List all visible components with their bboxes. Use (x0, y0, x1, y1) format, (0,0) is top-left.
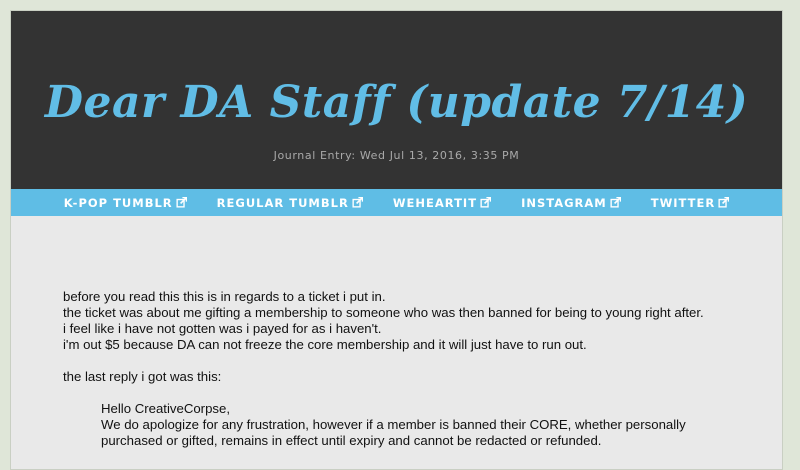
quote-line: purchased or gifted, remains in effect u… (101, 433, 602, 448)
nav-link-weheartit[interactable]: WEHEARTIT (392, 195, 492, 210)
external-link-icon (480, 197, 492, 208)
nav-link-label: INSTAGRAM (521, 195, 607, 210)
nav-link-label: TWITTER (650, 195, 716, 210)
journal-header: Dear DA Staff (update 7/14) Journal Entr… (11, 11, 782, 189)
external-link-icon (176, 197, 187, 208)
journal-title: Dear DA Staff (update 7/14) (44, 77, 749, 128)
quoted-reply: Hello CreativeCorpse, We do apologize fo… (63, 401, 730, 449)
quote-line: We do apologize for any frustration, how… (101, 417, 686, 432)
nav-link-twitter[interactable]: TWITTER (650, 195, 730, 210)
journal-entry-date: Journal Entry: Wed Jul 13, 2016, 3:35 PM (273, 149, 520, 162)
body-line: before you read this this is in regards … (63, 289, 386, 304)
external-link-icon (610, 197, 621, 208)
nav-link-label: WEHEARTIT (392, 195, 478, 210)
journal-body: before you read this this is in regards … (11, 216, 782, 449)
nav-link-kpop-tumblr[interactable]: K-POP TUMBLR (64, 196, 187, 210)
nav-link-label: REGULAR TUMBLR (216, 195, 349, 210)
quote-greeting: Hello CreativeCorpse, (101, 401, 230, 416)
body-line: i feel like i have not gotten was i paye… (63, 321, 382, 336)
external-link-icon (718, 197, 730, 208)
external-link-icon (352, 197, 363, 208)
body-line: i'm out $5 because DA can not freeze the… (63, 337, 587, 352)
nav-link-label: K-POP TUMBLR (63, 195, 173, 210)
body-line: the ticket was about me gifting a member… (63, 305, 704, 320)
journal-page: Dear DA Staff (update 7/14) Journal Entr… (10, 10, 783, 470)
nav-bar: K-POP TUMBLR REGULAR TUMBLR WEHEARTIT IN… (11, 189, 782, 216)
nav-link-regular-tumblr[interactable]: REGULAR TUMBLR (217, 196, 363, 210)
nav-link-instagram[interactable]: INSTAGRAM (521, 196, 621, 210)
last-reply-intro: the last reply i got was this: (63, 369, 222, 384)
